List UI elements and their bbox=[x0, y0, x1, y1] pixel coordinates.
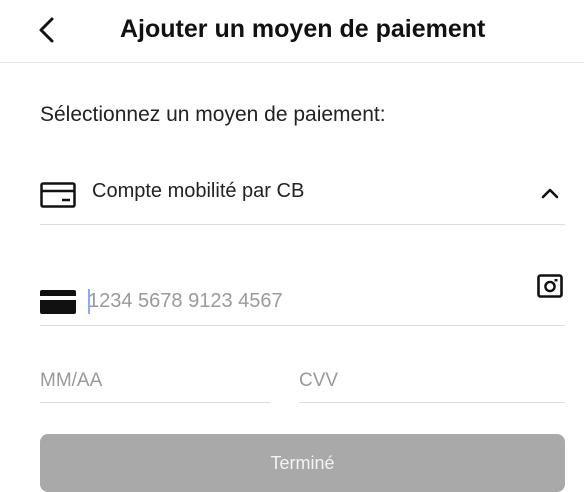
card-number-row bbox=[40, 270, 565, 326]
page-title: Ajouter un moyen de paiement bbox=[120, 15, 486, 43]
expiry-input[interactable] bbox=[40, 366, 240, 396]
credit-card-icon bbox=[40, 290, 76, 314]
back-button[interactable] bbox=[28, 10, 68, 50]
cvv-row bbox=[299, 362, 565, 403]
header-bar: Ajouter un moyen de paiement bbox=[0, 0, 584, 63]
payment-method-selector[interactable]: Compte mobilité par CB bbox=[40, 172, 565, 225]
chevron-left-icon bbox=[39, 17, 54, 43]
card-number-input[interactable] bbox=[88, 286, 508, 316]
camera-icon[interactable] bbox=[537, 273, 563, 299]
card-outline-icon bbox=[40, 182, 76, 208]
text-caret bbox=[88, 289, 90, 314]
chevron-up-icon[interactable] bbox=[541, 186, 559, 200]
cvv-input[interactable] bbox=[299, 366, 499, 396]
payment-method-prompt: Sélectionnez un moyen de paiement: bbox=[40, 103, 386, 126]
expiry-row bbox=[40, 362, 270, 403]
done-button[interactable]: Terminé bbox=[40, 434, 565, 492]
payment-method-label: Compte mobilité par CB bbox=[92, 180, 305, 202]
